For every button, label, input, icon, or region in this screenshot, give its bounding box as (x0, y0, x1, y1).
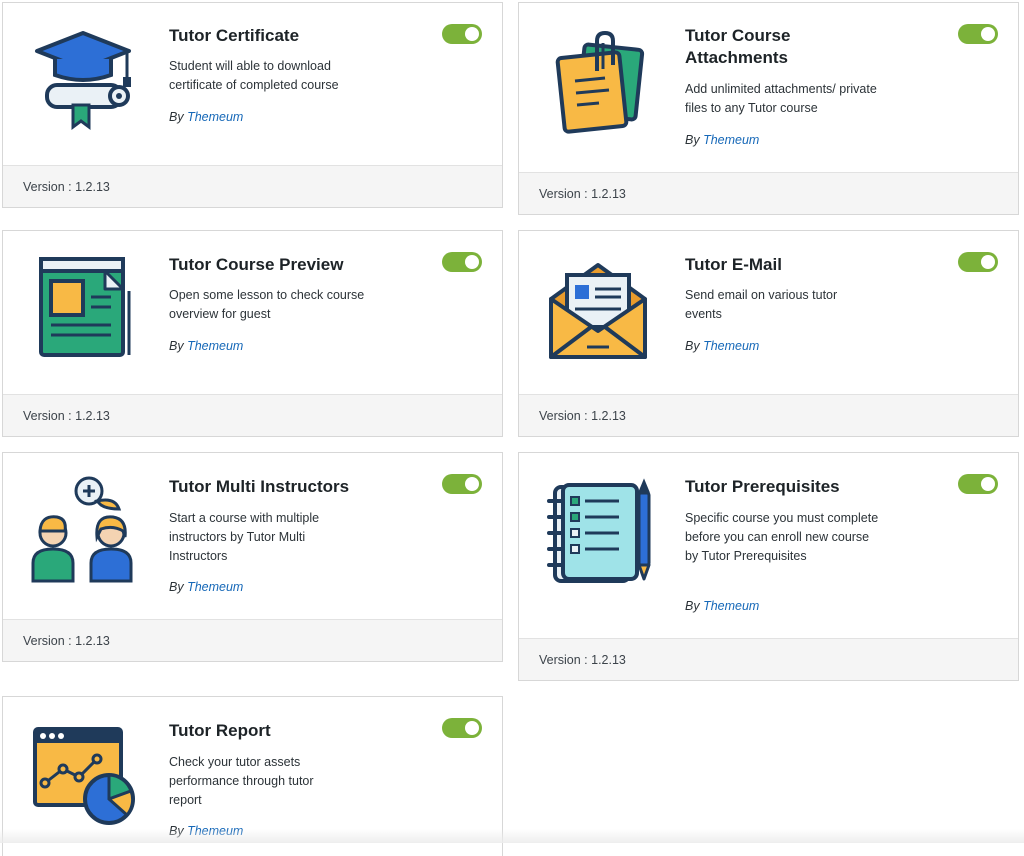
author-prefix: By (169, 339, 184, 353)
author-link[interactable]: Themeum (187, 339, 243, 353)
addon-card-tutor-course-attachments: Tutor Course Attachments Add unlimited a… (518, 2, 1019, 215)
addon-card-tutor-certificate: Tutor Certificate Student will able to d… (2, 2, 503, 208)
addon-card-tutor-course-preview: Tutor Course Preview Open some lesson to… (2, 230, 503, 437)
addon-description: Open some lesson to check course overvie… (169, 288, 365, 321)
addon-version: Version : 1.2.13 (3, 619, 502, 661)
document-preview-icon (27, 251, 137, 361)
addon-description: Specific course you must complete before… (685, 511, 879, 563)
addon-enable-toggle[interactable] (958, 24, 998, 44)
addon-version: Version : 1.2.13 (519, 394, 1018, 436)
addon-version: Version : 1.2.13 (3, 165, 502, 207)
toggle-knob (981, 27, 995, 41)
graduation-cap-icon (27, 23, 137, 133)
report-chart-icon (27, 719, 137, 829)
sticky-note-clip-icon (543, 25, 653, 135)
author-link[interactable]: Themeum (703, 133, 759, 147)
addon-title: Tutor Course Preview (169, 255, 344, 274)
author-prefix: By (685, 339, 700, 353)
toggle-knob (465, 477, 479, 491)
checklist-notebook-icon (543, 477, 653, 587)
author-prefix: By (169, 580, 184, 594)
addon-enable-toggle[interactable] (958, 252, 998, 272)
addon-author: By Themeum (169, 339, 243, 353)
author-prefix: By (685, 133, 700, 147)
addon-version: Version : 1.2.13 (519, 638, 1018, 680)
addon-title: Tutor Certificate (169, 26, 300, 45)
addon-title: Tutor E-Mail (685, 255, 782, 274)
addon-card-tutor-multi-instructors: Tutor Multi Instructors Start a course w… (2, 452, 503, 662)
addon-version: Version : 1.2.13 (519, 172, 1018, 214)
toggle-knob (981, 255, 995, 269)
author-link[interactable]: Themeum (703, 599, 759, 613)
multi-instructors-icon (27, 475, 137, 585)
addon-description: Send email on various tutor events (685, 288, 838, 321)
author-prefix: By (169, 110, 184, 124)
toggle-knob (981, 477, 995, 491)
addon-title: Tutor Prerequisites (685, 477, 840, 496)
addon-enable-toggle[interactable] (958, 474, 998, 494)
scroll-fade (0, 829, 1024, 843)
author-link[interactable]: Themeum (703, 339, 759, 353)
envelope-icon (543, 251, 653, 361)
addon-card-tutor-email: Tutor E-Mail Send email on various tutor… (518, 230, 1019, 437)
toggle-knob (465, 721, 479, 735)
addon-description: Student will able to download certificat… (169, 59, 339, 92)
addon-enable-toggle[interactable] (442, 718, 482, 738)
toggle-knob (465, 27, 479, 41)
addon-description: Start a course with multiple instructors… (169, 511, 320, 563)
addon-author: By Themeum (685, 133, 759, 147)
addon-enable-toggle[interactable] (442, 474, 482, 494)
author-link[interactable]: Themeum (187, 110, 243, 124)
addon-card-tutor-prerequisites: Tutor Prerequisites Specific course you … (518, 452, 1019, 681)
addon-enable-toggle[interactable] (442, 252, 482, 272)
addon-description: Check your tutor assets performance thro… (169, 755, 314, 807)
addon-title: Tutor Course Attachments (685, 26, 791, 67)
addon-title: Tutor Multi Instructors (169, 477, 350, 496)
addon-author: By Themeum (685, 339, 759, 353)
addon-version: Version : 1.2.13 (3, 394, 502, 436)
addon-author: By Themeum (685, 599, 759, 613)
addon-description: Add unlimited attachments/ private files… (685, 82, 877, 115)
toggle-knob (465, 255, 479, 269)
author-link[interactable]: Themeum (187, 580, 243, 594)
addon-author: By Themeum (169, 580, 243, 594)
addon-author: By Themeum (169, 110, 243, 124)
addon-enable-toggle[interactable] (442, 24, 482, 44)
author-prefix: By (685, 599, 700, 613)
addon-title: Tutor Report (169, 721, 271, 740)
